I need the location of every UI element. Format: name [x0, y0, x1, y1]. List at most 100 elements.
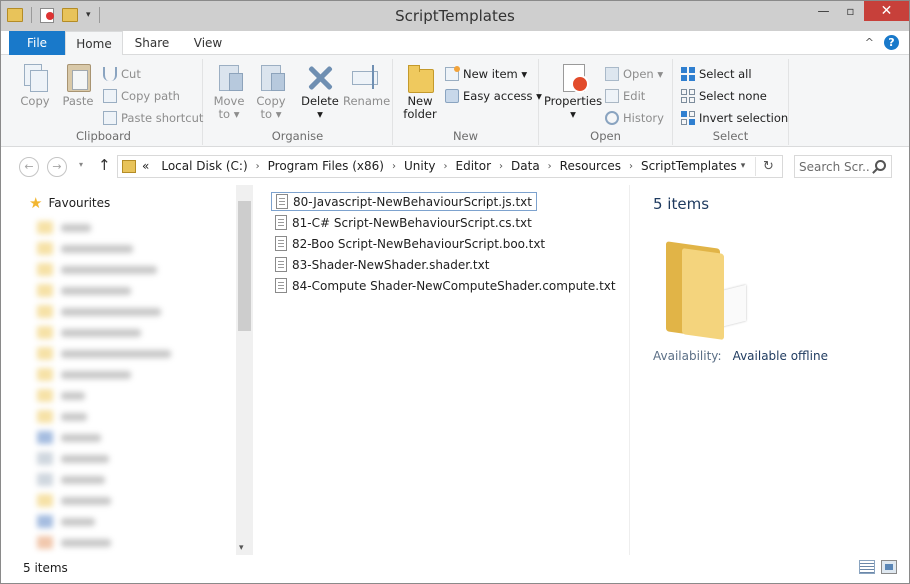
new-item-button[interactable]: New item ▾ — [445, 65, 527, 83]
cut-button[interactable]: Cut — [103, 65, 141, 83]
move-to-button[interactable]: Move to ▾ — [211, 61, 247, 121]
select-none-label: Select none — [699, 89, 767, 103]
breadcrumb-resources[interactable]: Resources — [560, 159, 621, 173]
new-item-label: New item ▾ — [463, 67, 528, 81]
copy-button[interactable]: Copy — [17, 61, 53, 108]
file-item[interactable]: 82-Boo Script-NewBehaviourScript.boo.txt — [271, 234, 549, 253]
folder-icon — [37, 242, 53, 255]
text-file-icon — [275, 278, 287, 293]
copy-to-button[interactable]: Copy to ▾ — [253, 61, 289, 121]
group-open: Properties ▾ Open ▾ Edit History Open — [539, 59, 673, 145]
properties-button[interactable]: Properties ▾ — [543, 61, 603, 121]
invert-selection-button[interactable]: Invert selection — [681, 109, 788, 127]
blurred-nav-item — [37, 242, 133, 255]
details-view-icon[interactable] — [859, 560, 875, 574]
copy-path-button[interactable]: Copy path — [103, 87, 180, 105]
blurred-nav-item — [37, 515, 95, 528]
copy-to-label-2: to ▾ — [260, 107, 282, 121]
file-name: 84-Compute Shader-NewComputeShader.compu… — [292, 278, 616, 293]
breadcrumb-separator-icon[interactable]: › — [392, 161, 396, 172]
blurred-nav-item — [37, 410, 87, 423]
document-icon — [37, 452, 53, 465]
tab-file[interactable]: File — [9, 31, 65, 55]
up-button[interactable]: ↑ — [98, 156, 111, 174]
copy-label: Copy — [20, 94, 50, 108]
close-button[interactable]: ✕ — [864, 1, 909, 21]
move-to-label-2: to ▾ — [218, 107, 240, 121]
breadcrumb-unity[interactable]: Unity — [404, 159, 436, 173]
forward-button[interactable]: → — [47, 157, 67, 177]
breadcrumb-separator-icon[interactable]: › — [256, 161, 260, 172]
copy-icon — [19, 61, 51, 93]
blurred-nav-item — [37, 368, 131, 381]
address-dropdown-icon[interactable]: ▾ — [736, 158, 750, 175]
details-item-count: 5 items — [653, 195, 710, 213]
file-item[interactable]: 81-C# Script-NewBehaviourScript.cs.txt — [271, 213, 536, 232]
search-icon[interactable] — [875, 160, 886, 171]
select-all-button[interactable]: Select all — [681, 65, 752, 83]
blurred-nav-item — [37, 473, 105, 486]
paste-icon — [62, 61, 94, 93]
file-name: 81-C# Script-NewBehaviourScript.cs.txt — [292, 215, 532, 230]
delete-button[interactable]: Delete ▾ — [299, 61, 341, 121]
address-bar[interactable]: « Local Disk (C:) › Program Files (x86) … — [117, 155, 783, 178]
history-label: History — [623, 111, 664, 125]
back-button[interactable]: ← — [19, 157, 39, 177]
easy-access-button[interactable]: Easy access ▾ — [445, 87, 542, 105]
breadcrumb-local-disk[interactable]: Local Disk (C:) — [161, 159, 247, 173]
edit-button[interactable]: Edit — [605, 87, 645, 105]
blurred-nav-item — [37, 494, 111, 507]
rename-button[interactable]: Rename — [343, 61, 390, 108]
user-icon — [37, 536, 53, 549]
breadcrumb-overflow[interactable]: « — [142, 159, 149, 173]
nav-pane-scrollbar[interactable]: ▾ — [236, 185, 253, 555]
minimize-button[interactable]: — — [810, 1, 837, 21]
large-icons-view-icon[interactable] — [881, 560, 897, 574]
breadcrumb-editor[interactable]: Editor — [456, 159, 492, 173]
history-button[interactable]: History — [605, 109, 664, 127]
group-new: New folder New item ▾ Easy access ▾ New — [393, 59, 542, 145]
edit-icon — [605, 89, 619, 103]
breadcrumb-separator-icon[interactable]: › — [548, 161, 552, 172]
tab-share[interactable]: Share — [123, 31, 181, 55]
blurred-nav-item — [37, 347, 171, 360]
collapse-ribbon-icon[interactable]: ^ — [865, 36, 874, 49]
recent-locations-icon[interactable]: ▾ — [79, 160, 83, 169]
paste-shortcut-button[interactable]: Paste shortcut — [103, 109, 203, 127]
maximize-button[interactable]: ▫ — [837, 1, 864, 21]
blurred-nav-item — [37, 326, 141, 339]
group-select: Select all Select none Invert selection … — [673, 59, 789, 145]
select-none-button[interactable]: Select none — [681, 87, 767, 105]
file-item[interactable]: 84-Compute Shader-NewComputeShader.compu… — [271, 276, 620, 295]
organise-group-label: Organise — [271, 129, 324, 143]
folder-icon — [37, 221, 53, 234]
folder-icon — [122, 160, 136, 173]
search-input[interactable] — [799, 158, 871, 175]
paste-button[interactable]: Paste — [59, 61, 97, 108]
tab-view[interactable]: View — [181, 31, 235, 55]
breadcrumb-separator-icon[interactable]: › — [444, 161, 448, 172]
favourites-item[interactable]: ★ Favourites — [29, 196, 110, 211]
refresh-icon[interactable]: ↻ — [755, 157, 781, 176]
help-icon[interactable]: ? — [884, 35, 899, 50]
breadcrumb-data[interactable]: Data — [511, 159, 540, 173]
scrollbar-thumb[interactable] — [238, 201, 251, 331]
open-button[interactable]: Open ▾ — [605, 65, 663, 83]
file-item[interactable]: 83-Shader-NewShader.shader.txt — [271, 255, 493, 274]
file-item[interactable]: 80-Javascript-NewBehaviourScript.js.txt — [271, 192, 537, 211]
homegroup-icon — [37, 515, 53, 528]
tab-home[interactable]: Home — [65, 31, 123, 56]
file-name: 82-Boo Script-NewBehaviourScript.boo.txt — [292, 236, 546, 251]
scroll-down-icon[interactable]: ▾ — [239, 543, 244, 553]
breadcrumb-separator-icon[interactable]: › — [629, 161, 633, 172]
title-bar[interactable]: ▾ ScriptTemplates — ▫ ✕ — [1, 1, 909, 31]
details-pane: 5 items Availability: Available offline — [630, 185, 909, 555]
new-folder-button[interactable]: New folder — [401, 61, 439, 121]
breadcrumb-program-files[interactable]: Program Files (x86) — [268, 159, 384, 173]
folder-icon — [37, 263, 53, 276]
folder-icon — [37, 347, 53, 360]
breadcrumb-separator-icon[interactable]: › — [499, 161, 503, 172]
breadcrumb-scripttemplates[interactable]: ScriptTemplates — [641, 159, 737, 173]
window-title: ScriptTemplates — [395, 7, 515, 25]
blurred-nav-item — [37, 536, 111, 549]
